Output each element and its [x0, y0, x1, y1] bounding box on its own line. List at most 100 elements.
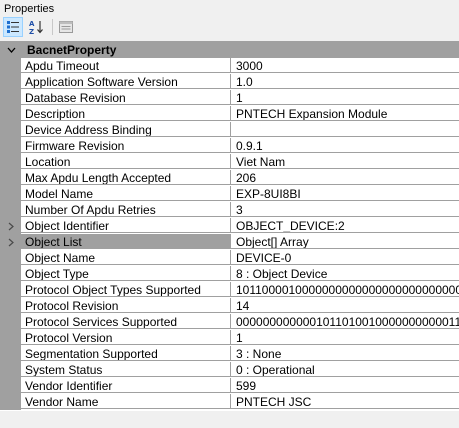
- property-row[interactable]: Model Name EXP-8UI8BI: [0, 186, 459, 202]
- property-name[interactable]: Protocol Version: [21, 330, 231, 345]
- property-value[interactable]: 8 : Object Device: [231, 266, 459, 281]
- property-name[interactable]: Device Address Binding: [21, 122, 231, 137]
- property-name[interactable]: Database Revision: [21, 90, 231, 105]
- toolbar-separator: [52, 19, 53, 35]
- property-name[interactable]: Object Type: [21, 266, 231, 281]
- property-row[interactable]: Database Revision 1: [0, 90, 459, 106]
- property-value[interactable]: 3 : None: [231, 346, 459, 361]
- property-row[interactable]: Vendor Name PNTECH JSC: [0, 394, 459, 410]
- description-pane: [0, 411, 459, 428]
- property-row[interactable]: Firmware Revision 0.9.1: [0, 138, 459, 154]
- property-row[interactable]: Apdu Timeout 3000: [0, 58, 459, 74]
- property-value[interactable]: 0.9.1: [231, 138, 459, 153]
- property-grid: BacnetProperty Apdu Timeout 3000 Applicati…: [0, 41, 459, 412]
- row-gutter: [0, 234, 21, 250]
- property-value[interactable]: DEVICE-0: [231, 250, 459, 265]
- row-gutter: [0, 314, 21, 330]
- row-gutter: [0, 346, 21, 362]
- alphabetical-button[interactable]: A Z: [26, 17, 46, 37]
- row-gutter: [0, 266, 21, 282]
- chevron-right-icon[interactable]: [6, 234, 16, 250]
- chevron-right-icon[interactable]: [6, 218, 16, 234]
- property-value[interactable]: 1: [231, 90, 459, 105]
- svg-text:Z: Z: [29, 28, 34, 35]
- property-row[interactable]: Location Viet Nam: [0, 154, 459, 170]
- property-value[interactable]: PNTECH JSC: [231, 394, 459, 409]
- property-row[interactable]: Vendor Identifier 599: [0, 378, 459, 394]
- property-value[interactable]: Object[] Array: [231, 234, 459, 249]
- row-gutter: [0, 74, 21, 90]
- property-name[interactable]: Vendor Identifier: [21, 378, 231, 393]
- property-name[interactable]: Object Identifier: [21, 218, 231, 233]
- property-value[interactable]: EXP-8UI8BI: [231, 186, 459, 201]
- property-row[interactable]: Max Apdu Length Accepted 206: [0, 170, 459, 186]
- property-name[interactable]: Model Name: [21, 186, 231, 201]
- row-gutter: [0, 250, 21, 266]
- property-row[interactable]: Application Software Version 1.0: [0, 74, 459, 90]
- row-gutter: [0, 298, 21, 314]
- property-row[interactable]: Segmentation Supported 3 : None: [0, 346, 459, 362]
- categorized-button[interactable]: [3, 17, 23, 37]
- property-name[interactable]: System Status: [21, 362, 231, 377]
- property-value[interactable]: 599: [231, 378, 459, 393]
- category-header[interactable]: BacnetProperty: [0, 42, 459, 58]
- property-row[interactable]: Object List Object[] Array: [0, 234, 459, 250]
- row-gutter: [0, 122, 21, 138]
- property-name[interactable]: Max Apdu Length Accepted: [21, 170, 231, 185]
- property-value[interactable]: 1011000010000000000000000000000000000000: [231, 282, 459, 297]
- properties-toolbar: A Z: [0, 15, 459, 39]
- row-gutter: [0, 378, 21, 394]
- property-value[interactable]: 1.0: [231, 74, 459, 89]
- property-value[interactable]: 3000: [231, 58, 459, 73]
- property-row[interactable]: Protocol Version 1: [0, 330, 459, 346]
- property-row[interactable]: Protocol Services Supported 0000000000001…: [0, 314, 459, 330]
- chevron-down-icon[interactable]: [5, 42, 17, 58]
- property-rows: Apdu Timeout 3000 Application Software Ver…: [0, 58, 459, 410]
- property-name[interactable]: Vendor Name: [21, 394, 231, 409]
- property-row[interactable]: Description PNTECH Expansion Module: [0, 106, 459, 122]
- svg-text:A: A: [29, 20, 35, 28]
- property-value[interactable]: 0000000000001011010010000000000011000000: [231, 314, 459, 329]
- row-gutter: [0, 90, 21, 106]
- property-value[interactable]: OBJECT_DEVICE:2: [231, 218, 459, 233]
- property-value[interactable]: [231, 122, 459, 137]
- panel-title: Properties: [4, 3, 55, 15]
- property-row[interactable]: Device Address Binding: [0, 122, 459, 138]
- property-name[interactable]: Object List: [21, 234, 231, 249]
- property-row[interactable]: Number Of Apdu Retries 3: [0, 202, 459, 218]
- property-value[interactable]: 206: [231, 170, 459, 185]
- row-gutter: [0, 170, 21, 186]
- property-row[interactable]: Protocol Object Types Supported 101100001…: [0, 282, 459, 298]
- row-gutter: [0, 362, 21, 378]
- category-label: BacnetProperty: [27, 43, 117, 57]
- property-name[interactable]: Protocol Revision: [21, 298, 231, 313]
- row-gutter: [0, 202, 21, 218]
- alphabetical-sort-icon: A Z: [29, 20, 43, 35]
- property-value[interactable]: PNTECH Expansion Module: [231, 106, 459, 121]
- property-name[interactable]: Location: [21, 154, 231, 169]
- property-row[interactable]: System Status 0 : Operational: [0, 362, 459, 378]
- row-gutter: [0, 58, 21, 74]
- property-row[interactable]: Object Name DEVICE-0: [0, 250, 459, 266]
- property-value[interactable]: 14: [231, 298, 459, 313]
- property-name[interactable]: Number Of Apdu Retries: [21, 202, 231, 217]
- row-gutter: [0, 282, 21, 298]
- property-row[interactable]: Object Identifier OBJECT_DEVICE:2: [0, 218, 459, 234]
- property-name[interactable]: Object Name: [21, 250, 231, 265]
- property-name[interactable]: Description: [21, 106, 231, 121]
- property-value[interactable]: 1: [231, 330, 459, 345]
- property-value[interactable]: 3: [231, 202, 459, 217]
- property-name[interactable]: Protocol Services Supported: [21, 314, 231, 329]
- property-pages-button[interactable]: [56, 17, 76, 37]
- property-value[interactable]: Viet Nam: [231, 154, 459, 169]
- property-row[interactable]: Protocol Revision 14: [0, 298, 459, 314]
- property-name[interactable]: Protocol Object Types Supported: [21, 282, 231, 297]
- row-gutter: [0, 394, 21, 410]
- property-name[interactable]: Application Software Version: [21, 74, 231, 89]
- property-value[interactable]: 0 : Operational: [231, 362, 459, 377]
- property-name[interactable]: Apdu Timeout: [21, 58, 231, 73]
- categorized-icon: [7, 21, 19, 33]
- property-row[interactable]: Object Type 8 : Object Device: [0, 266, 459, 282]
- property-name[interactable]: Segmentation Supported: [21, 346, 231, 361]
- property-name[interactable]: Firmware Revision: [21, 138, 231, 153]
